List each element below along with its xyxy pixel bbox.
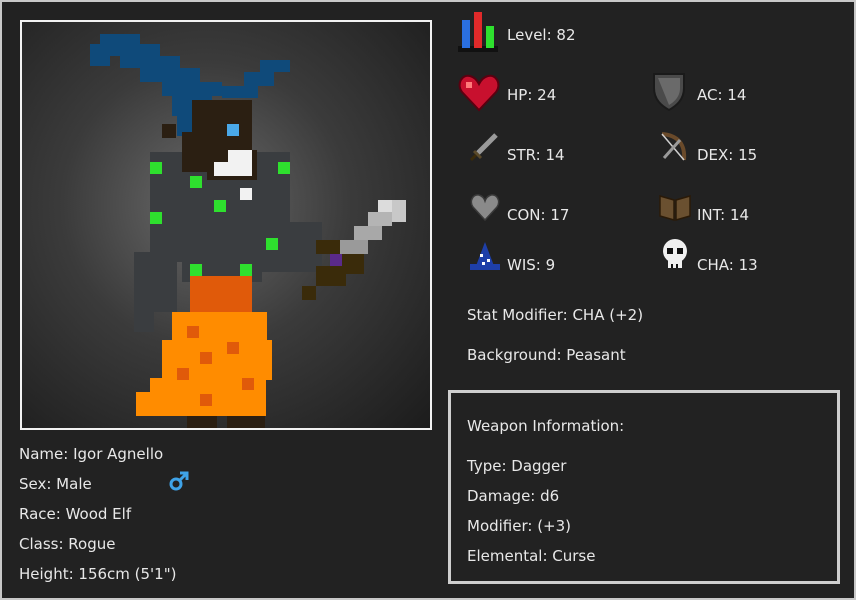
- male-symbol-icon: [168, 470, 190, 496]
- weapon-type: Type: Dagger: [467, 457, 567, 475]
- character-portrait: [20, 20, 432, 430]
- character-class: Class: Rogue: [19, 535, 116, 553]
- cha-text: CHA: 13: [697, 256, 758, 274]
- shield-icon: [652, 72, 686, 116]
- str-text: STR: 14: [507, 146, 565, 164]
- heart-icon: [458, 74, 500, 116]
- character-height: Height: 156cm (5'1"): [19, 565, 177, 583]
- sword-icon: [468, 132, 500, 168]
- character-sex: Sex: Male: [19, 475, 92, 493]
- weapon-info-box: Weapon Information: Type: Dagger Damage:…: [448, 390, 840, 584]
- weapon-elemental: Elemental: Curse: [467, 547, 596, 565]
- character-race: Race: Wood Elf: [19, 505, 132, 523]
- level-text: Level: 82: [507, 26, 576, 44]
- int-text: INT: 14: [697, 206, 750, 224]
- level-bars-icon: [458, 10, 498, 56]
- character-name: Name: Igor Agnello: [19, 445, 164, 463]
- book-icon: [658, 192, 692, 226]
- con-text: CON: 17: [507, 206, 570, 224]
- hp-text: HP: 24: [507, 86, 557, 104]
- gray-heart-icon: [470, 194, 500, 226]
- skull-icon: [660, 238, 690, 276]
- ac-text: AC: 14: [697, 86, 747, 104]
- wis-text: WIS: 9: [507, 256, 556, 274]
- wizard-hat-icon: [468, 240, 502, 276]
- weapon-modifier: Modifier: (+3): [467, 517, 572, 535]
- weapon-damage: Damage: d6: [467, 487, 560, 505]
- bow-icon: [658, 130, 690, 168]
- weapon-header: Weapon Information:: [467, 417, 625, 435]
- background-text: Background: Peasant: [467, 346, 626, 364]
- character-sprite: [90, 34, 406, 428]
- dex-text: DEX: 15: [697, 146, 758, 164]
- stat-modifier-text: Stat Modifier: CHA (+2): [467, 306, 644, 324]
- character-sheet-panel: Name: Igor Agnello Sex: Male Race: Wood …: [2, 2, 854, 598]
